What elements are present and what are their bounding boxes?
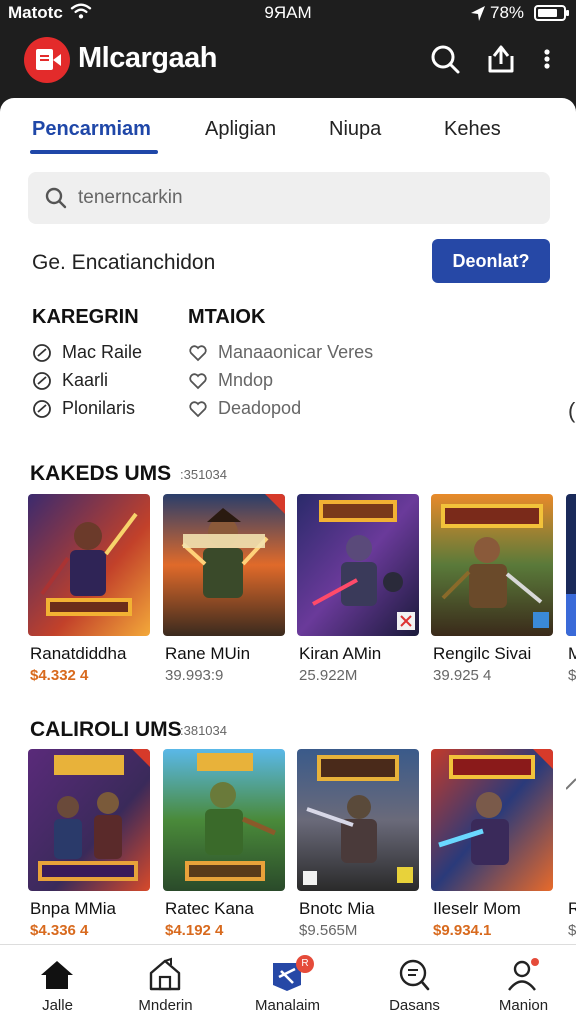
- game-thumbnail: [28, 494, 150, 636]
- nav-item-search[interactable]: Dasans: [357, 945, 472, 1024]
- edge-glyph: (: [568, 398, 576, 423]
- nav-item-home[interactable]: Jalle: [0, 945, 115, 1024]
- search-icon[interactable]: [428, 42, 462, 76]
- category-option[interactable]: Kaarli: [32, 370, 108, 391]
- game-thumbnail: [297, 749, 419, 891]
- check-circle-icon: [33, 371, 51, 390]
- check-circle-icon: [33, 343, 51, 362]
- nav-label: Manalaim: [254, 997, 321, 1014]
- mood-label: Deadopod: [218, 398, 302, 418]
- app-price: $: [568, 667, 576, 684]
- app-name: R: [568, 899, 576, 918]
- app-price: $4.332 4: [30, 667, 89, 684]
- mood-option[interactable]: Deadopod: [188, 398, 301, 419]
- game-thumbnail: [431, 749, 553, 891]
- tab-2[interactable]: Niupa: [329, 118, 381, 141]
- category-label: Kaarli: [62, 370, 109, 390]
- search-field-icon: [45, 187, 67, 209]
- nav-label: Manion: [498, 997, 549, 1014]
- app-name: Ranatdiddha: [30, 644, 127, 663]
- store-icon: [149, 957, 181, 991]
- app-name: Kiran AMin: [299, 644, 382, 663]
- app-name: Bnotc Mia: [299, 899, 375, 918]
- app-price: 39.993:9: [165, 667, 224, 684]
- game-thumbnail: [163, 749, 285, 891]
- app-name: Rane MUin: [165, 644, 251, 663]
- category-option[interactable]: Plonilaris: [32, 398, 135, 419]
- app-price: $9.934.1: [433, 922, 492, 939]
- game-thumbnail: [566, 749, 576, 891]
- mood-option[interactable]: Manaaonicar Veres: [188, 342, 373, 363]
- nav-item-store[interactable]: Mnderin: [108, 945, 223, 1024]
- tab-0[interactable]: Pencarmiam: [32, 118, 151, 141]
- section-title: KAKEDS UMS: [30, 462, 172, 485]
- heart-icon: [189, 372, 207, 389]
- app-price: 39.925 4: [433, 667, 492, 684]
- nav-label: Mnderin: [138, 997, 193, 1014]
- tab-3[interactable]: Kehes: [444, 118, 501, 141]
- mood-label: Manaaonicar Veres: [218, 342, 374, 362]
- app-price: $4.336 4: [30, 922, 89, 939]
- app-name: M: [568, 644, 576, 663]
- search-input[interactable]: [78, 182, 528, 214]
- game-thumbnail: [297, 494, 419, 636]
- app-price: 25.922M: [299, 667, 358, 684]
- app-logo-icon[interactable]: [24, 37, 70, 83]
- content-sheet: Pencarmiam Apligian Niupa Kehes Ge. Enca…: [0, 98, 576, 944]
- category-label: Plonilaris: [62, 398, 136, 418]
- notification-badge: R: [296, 955, 314, 973]
- section-count: :351034: [180, 467, 227, 482]
- battery-percent: 78%: [490, 3, 525, 22]
- mood-label: Mndop: [218, 370, 274, 390]
- heart-icon: [189, 344, 207, 361]
- app-name: Bnpa MMia: [30, 899, 116, 918]
- home-icon: [41, 961, 73, 989]
- bottom-nav: Jalle Mnderin R Manalaim Dasans Manion: [0, 944, 576, 1024]
- heart-icon: [189, 400, 207, 417]
- download-button[interactable]: Deonlat?: [432, 239, 550, 283]
- moods-heading: MTAIOK: [188, 306, 266, 328]
- nav-label: Jalle: [42, 997, 73, 1014]
- share-icon[interactable]: [484, 42, 518, 76]
- category-option[interactable]: Mac Raile: [32, 342, 142, 363]
- app-bar: Mlcargaah: [0, 28, 576, 98]
- status-bar: Matotc 9ЯAM 78%: [0, 0, 576, 28]
- app-price: $: [568, 922, 576, 939]
- section-title: CALIROLI UMS: [30, 718, 182, 741]
- app-price: $9.565M: [299, 922, 358, 939]
- check-circle-icon: [33, 399, 51, 418]
- game-thumbnail: [431, 494, 553, 636]
- mood-option[interactable]: Mndop: [188, 370, 273, 391]
- game-thumbnail: [163, 494, 285, 636]
- game-thumbnail: [28, 749, 150, 891]
- search-list-icon: [399, 959, 430, 991]
- active-tab-indicator: [30, 150, 158, 154]
- nav-label: Dasans: [389, 997, 440, 1014]
- app-title: Mlcargaah: [78, 42, 217, 74]
- nav-item-profile[interactable]: Manion: [466, 945, 576, 1024]
- categories-heading: KAREGRIN: [32, 306, 139, 328]
- game-thumbnail: [566, 494, 576, 636]
- filter-text: Ge. Encatianchidon: [32, 251, 216, 274]
- app-name: Ratec Kana: [165, 899, 254, 918]
- section-count: :381034: [180, 723, 227, 738]
- category-label: Mac Raile: [62, 342, 143, 362]
- tab-bar: Pencarmiam Apligian Niupa Kehes: [0, 98, 576, 156]
- location-icon: [471, 6, 485, 21]
- profile-icon: [508, 958, 539, 991]
- app-name: Ileselr Mom: [433, 899, 521, 918]
- more-vert-icon[interactable]: [530, 42, 564, 76]
- search-bar[interactable]: [28, 172, 550, 224]
- battery-icon: [534, 5, 569, 21]
- app-name: Rengilc Sivai: [433, 644, 532, 663]
- nav-item-apps[interactable]: R Manalaim: [230, 945, 345, 1024]
- tab-1[interactable]: Apligian: [205, 118, 276, 141]
- app-price: $4.192 4: [165, 922, 224, 939]
